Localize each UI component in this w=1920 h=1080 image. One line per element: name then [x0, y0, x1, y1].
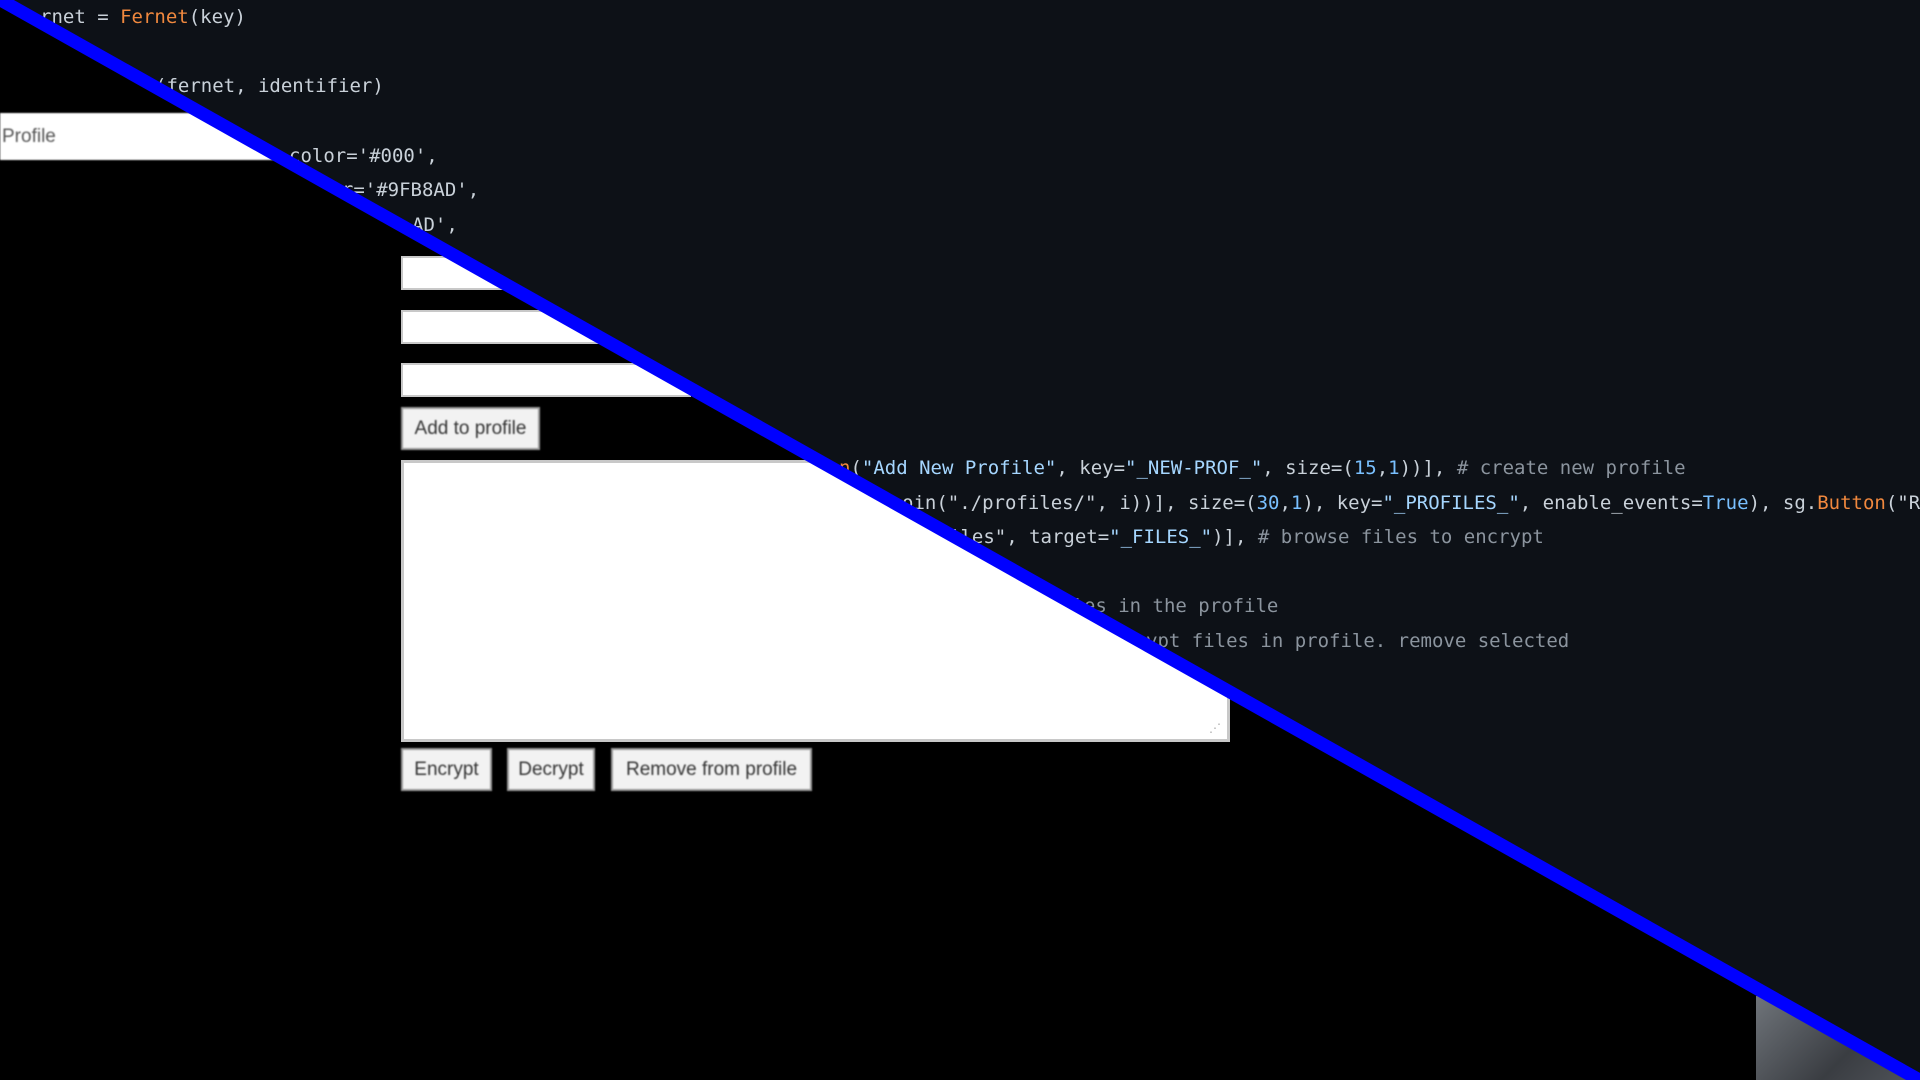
code-token: "_NEW-PROF_": [1125, 457, 1263, 479]
code-token: 1: [1290, 492, 1303, 514]
code-token: Button: [1817, 492, 1886, 514]
add-to-profile-label: Add to profile: [414, 417, 527, 439]
code-token: # create new profile: [1456, 457, 1686, 479]
decrypt-button[interactable]: Decrypt: [507, 748, 595, 791]
code-token: color='#000',: [289, 145, 438, 167]
code-line: ypt files in profile. remove selected: [1146, 629, 1569, 653]
code-token: 15: [1353, 457, 1377, 479]
add-to-profile-button[interactable]: Add to profile: [401, 407, 540, 450]
encrypt-button[interactable]: Encrypt: [401, 748, 492, 791]
resize-grip-icon[interactable]: ⋰: [1209, 721, 1221, 735]
code-token: ), key=: [1302, 492, 1383, 514]
code-token: Fernet: [120, 6, 189, 28]
code-line: oin("./profiles/", i))], size=(30,1), ke…: [902, 491, 1920, 515]
code-token: , size=(: [1262, 457, 1354, 479]
code-line: rnet = Fernet(key): [40, 5, 246, 29]
code-token: , key=: [1056, 457, 1126, 479]
code-token: (key): [188, 6, 246, 28]
code-line: n("Add New Profile", key="_NEW-PROF_", s…: [839, 456, 1686, 480]
code-line: AD',: [412, 213, 458, 237]
code-token: ypt files in profile. remove selected: [1146, 630, 1570, 652]
code-token: "_PROFILES_": [1382, 492, 1520, 514]
code-token: "Add New Profile": [861, 457, 1057, 479]
code-token: ("R: [1885, 492, 1920, 514]
code-line: color='#000',: [289, 144, 438, 168]
code-token: (fernet, identifier): [155, 75, 384, 97]
remove-from-profile-label: Remove from profile: [625, 758, 798, 780]
code-token: oin("./profiles/", i))], size=(: [902, 492, 1257, 514]
code-token: , enable_events=: [1519, 492, 1703, 514]
code-token: rnet =: [40, 6, 121, 28]
code-token: # browse files to encrypt: [1257, 526, 1544, 548]
decrypt-label: Decrypt: [518, 758, 584, 780]
code-token: ,: [1376, 457, 1389, 479]
code-token: AD',: [412, 214, 458, 236]
code-token: ))],: [1399, 457, 1457, 479]
code-token: (: [850, 457, 862, 479]
code-line: (fernet, identifier): [155, 74, 384, 98]
code-line: iles", target="_FILES_")], # browse file…: [949, 525, 1544, 549]
code-token: ,: [1279, 492, 1291, 514]
code-token: True: [1702, 492, 1749, 514]
remove-from-profile-button[interactable]: Remove from profile: [611, 748, 812, 791]
code-token: )],: [1212, 526, 1258, 548]
code-token: 1: [1388, 457, 1400, 479]
profile-combo-value: Profile: [2, 126, 56, 147]
code-token: iles", target=: [949, 526, 1110, 548]
code-token: 30: [1256, 492, 1280, 514]
file-path-input[interactable]: [401, 363, 691, 397]
code-token: "_FILES_": [1109, 526, 1213, 548]
code-token: ), sg.: [1748, 492, 1818, 514]
screen: rnet = Fernet(key) (fernet, identifier) …: [0, 0, 1920, 1080]
code-token: iles in the profile: [1061, 595, 1279, 617]
code-line: iles in the profile: [1061, 594, 1278, 618]
encrypt-label: Encrypt: [414, 758, 479, 780]
